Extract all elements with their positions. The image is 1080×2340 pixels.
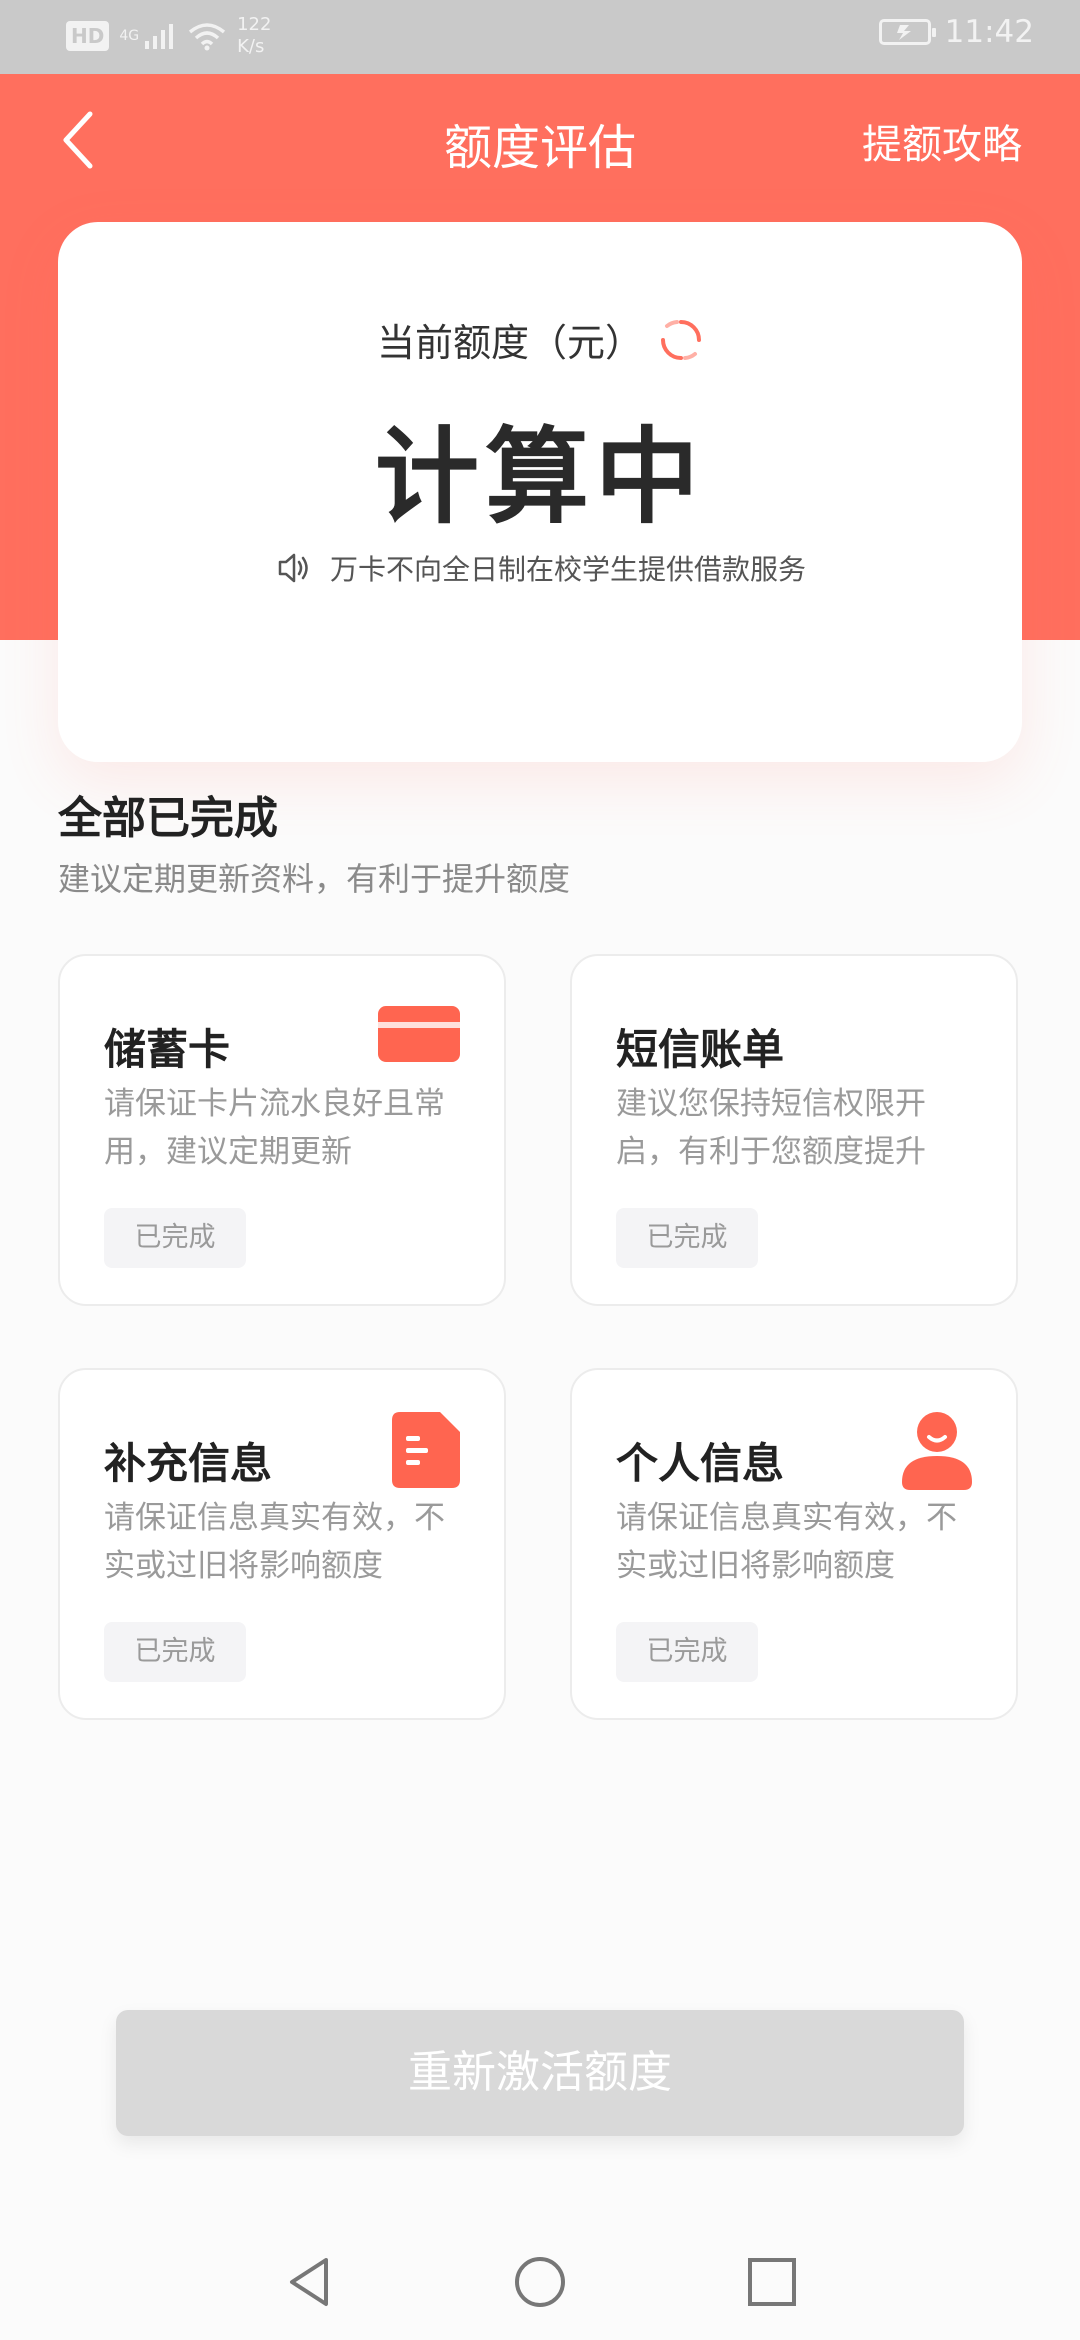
- network-speed: 122 K/s: [237, 14, 271, 58]
- quota-label: 当前额度（元）: [376, 321, 643, 365]
- speed-value: 122: [237, 14, 272, 35]
- hd-badge: HD: [66, 21, 110, 51]
- system-nav-bar: [0, 2228, 1080, 2340]
- status-badge: 已完成: [104, 1622, 246, 1682]
- section-title: 全部已完成: [58, 793, 278, 844]
- signal-icon: [145, 24, 174, 49]
- section-subtitle: 建议定期更新资料，有利于提升额度: [58, 860, 571, 898]
- clock: 11:42: [944, 14, 1034, 50]
- item-title: 补充信息: [104, 1439, 273, 1488]
- wifi-icon: [188, 23, 226, 51]
- reactivate-quota-button[interactable]: 重新激活额度: [116, 2010, 964, 2136]
- notice-text: 万卡不向全日制在校学生提供借款服务: [329, 553, 806, 586]
- item-title: 个人信息: [616, 1439, 785, 1488]
- battery-icon: [878, 19, 936, 45]
- quota-label-row: 当前额度（元）: [58, 312, 1022, 367]
- item-description: 建议您保持短信权限开启，有利于您额度提升: [616, 1086, 926, 1170]
- status-badge: 已完成: [104, 1208, 246, 1268]
- item-title: 储蓄卡: [104, 1025, 231, 1074]
- item-card-personal-info[interactable]: 个人信息 请保证信息真实有效，不实或过旧将影响额度 已完成: [570, 1368, 1018, 1720]
- quota-card: 当前额度（元） 计算中 万卡不向全日制在校学生提供借款服务: [58, 222, 1022, 762]
- quota-value: 计算中: [374, 416, 705, 538]
- item-description: 请保证卡片流水良好且常用，建议定期更新: [104, 1086, 445, 1170]
- item-card-debit-card[interactable]: 储蓄卡 请保证卡片流水良好且常用，建议定期更新 已完成: [58, 954, 506, 1306]
- person-icon: [902, 1412, 972, 1490]
- status-badge: 已完成: [616, 1622, 758, 1682]
- speaker-icon: [278, 553, 308, 583]
- speed-unit: K/s: [237, 36, 265, 57]
- nav-recents-icon[interactable]: [744, 2254, 800, 2310]
- quota-strategy-link[interactable]: 提额攻略: [862, 112, 1022, 170]
- document-icon: [392, 1412, 460, 1488]
- loading-spinner-icon: [661, 319, 701, 360]
- nav-back-icon[interactable]: [282, 2254, 338, 2310]
- item-card-supplementary-info[interactable]: 补充信息 请保证信息真实有效，不实或过旧将影响额度 已完成: [58, 1368, 506, 1720]
- card-icon: [378, 1006, 460, 1062]
- item-card-sms-bill[interactable]: 短信账单 建议您保持短信权限开启，有利于您额度提升 已完成: [570, 954, 1018, 1306]
- network-type: 4G: [119, 28, 140, 44]
- item-description: 请保证信息真实有效，不实或过旧将影响额度: [616, 1500, 957, 1584]
- item-description: 请保证信息真实有效，不实或过旧将影响额度: [104, 1500, 445, 1584]
- status-bar: HD 4G 122 K/s 11:42: [0, 0, 1080, 74]
- status-right: 11:42: [878, 14, 1034, 50]
- status-badge: 已完成: [616, 1208, 758, 1268]
- status-left: HD 4G 122 K/s: [66, 14, 271, 58]
- item-title: 短信账单: [616, 1025, 785, 1074]
- nav-home-icon[interactable]: [512, 2254, 568, 2310]
- notice-row: 万卡不向全日制在校学生提供借款服务: [58, 548, 1022, 588]
